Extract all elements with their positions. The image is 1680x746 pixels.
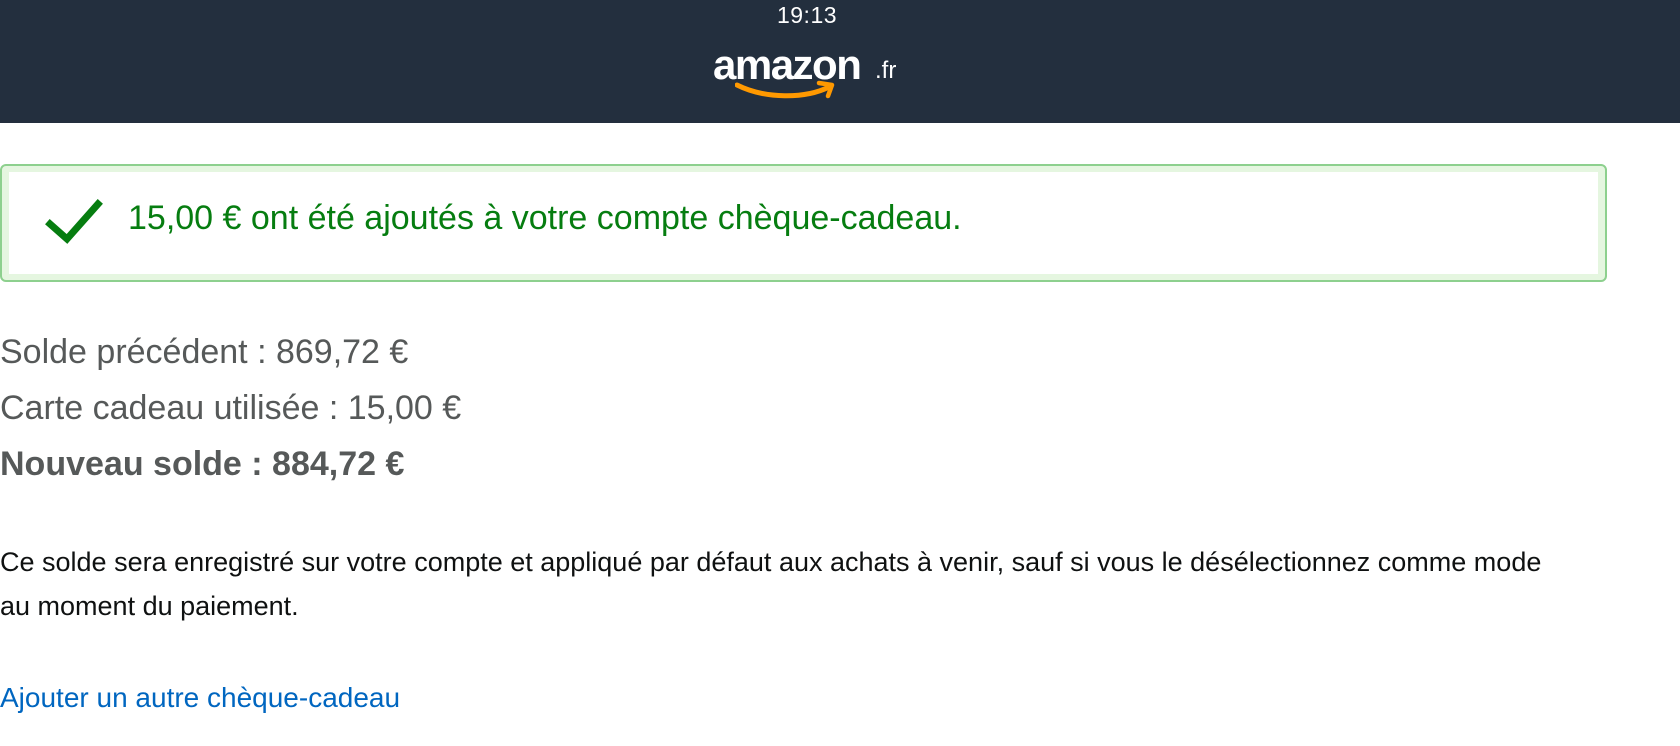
alert-message: 15,00 € ont été ajoutés à votre compte c… [128, 199, 962, 237]
status-time: 19:13 [776, 2, 838, 28]
gift-card-used: Carte cadeau utilisée : 15,00 € [0, 389, 462, 427]
success-alert: 15,00 € ont été ajoutés à votre compte c… [0, 164, 1607, 282]
checkmark-icon [45, 199, 103, 244]
new-balance: Nouveau solde : 884,72 € [0, 445, 405, 483]
app-header: 19:13 amazon .fr [0, 0, 1680, 123]
balance-info-text: Ce solde sera enregistré sur votre compt… [0, 547, 1542, 621]
amazon-smile-icon [735, 80, 835, 99]
amazon-logo[interactable]: amazon .fr [713, 40, 913, 104]
alert-body: 15,00 € ont été ajoutés à votre compte c… [9, 172, 1598, 274]
previous-balance: Solde précédent : 869,72 € [0, 333, 409, 371]
logo-domain-suffix: .fr [875, 57, 897, 84]
add-another-gift-card-link[interactable]: Ajouter un autre chèque-cadeau [0, 676, 400, 720]
